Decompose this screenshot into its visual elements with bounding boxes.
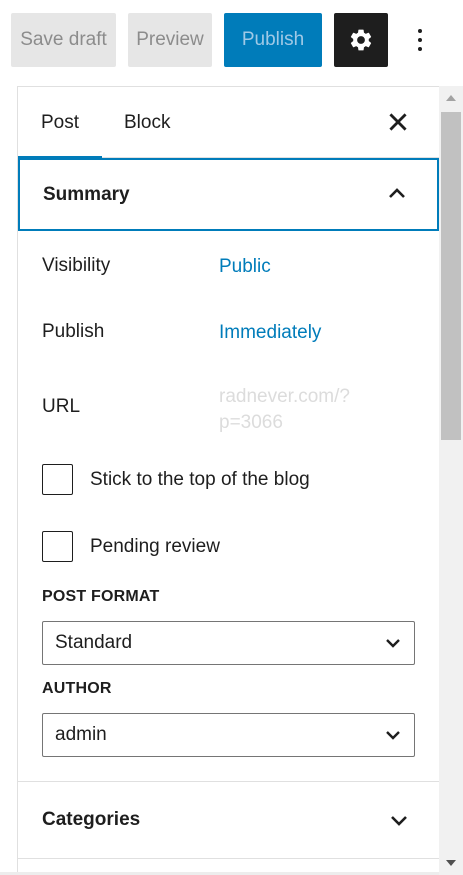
stick-to-top-checkbox[interactable] [42,464,73,495]
vertical-ellipsis-icon [418,29,422,51]
chevron-up-icon [389,188,405,198]
preview-button[interactable]: Preview [128,13,212,67]
publish-button[interactable]: Publish [224,13,322,67]
tab-block[interactable]: Block [124,87,170,158]
pending-review-row: Pending review [42,531,220,562]
pending-review-checkbox[interactable] [42,531,73,562]
summary-title: Summary [43,183,130,205]
settings-sidebar: Post Block Summary Visibility Public Pub… [17,86,439,875]
post-format-value: Standard [55,632,133,653]
sidebar-tabs: Post Block [18,87,439,159]
summary-panel-toggle[interactable]: Summary [18,158,439,231]
more-options-button[interactable] [398,13,442,67]
tab-post[interactable]: Post [18,87,102,159]
categories-title: Categories [42,809,141,830]
pending-review-label[interactable]: Pending review [90,536,220,558]
scroll-thumb[interactable] [441,112,461,440]
publish-label: Publish [42,321,105,342]
chevron-down-icon [391,816,407,826]
visibility-link[interactable]: Public [219,256,271,278]
editor-toolbar: Save draft Preview Publish [0,0,463,86]
settings-button[interactable] [334,13,388,67]
chevron-down-icon [386,731,400,740]
categories-panel-toggle[interactable]: Categories [18,781,439,859]
url-label: URL [42,396,81,417]
save-draft-button[interactable]: Save draft [11,13,116,67]
url-link[interactable]: radnever.com/?p=3066 [219,384,379,436]
author-value: admin [55,724,107,745]
post-format-label: POST FORMAT [42,588,160,605]
author-label: AUTHOR [42,680,112,697]
stick-to-top-row: Stick to the top of the blog [42,464,310,495]
stick-to-top-label[interactable]: Stick to the top of the blog [90,469,310,491]
scroll-down-arrow-icon[interactable] [446,860,456,866]
sidebar-scrollbar[interactable] [439,86,463,875]
scroll-up-arrow-icon[interactable] [446,95,456,101]
author-select[interactable]: admin [42,713,415,757]
post-format-select[interactable]: Standard [42,621,415,665]
chevron-down-icon [386,639,400,648]
gear-icon [350,29,372,51]
visibility-label: Visibility [42,255,111,276]
close-icon[interactable] [385,109,411,135]
publish-date-link[interactable]: Immediately [219,322,321,344]
